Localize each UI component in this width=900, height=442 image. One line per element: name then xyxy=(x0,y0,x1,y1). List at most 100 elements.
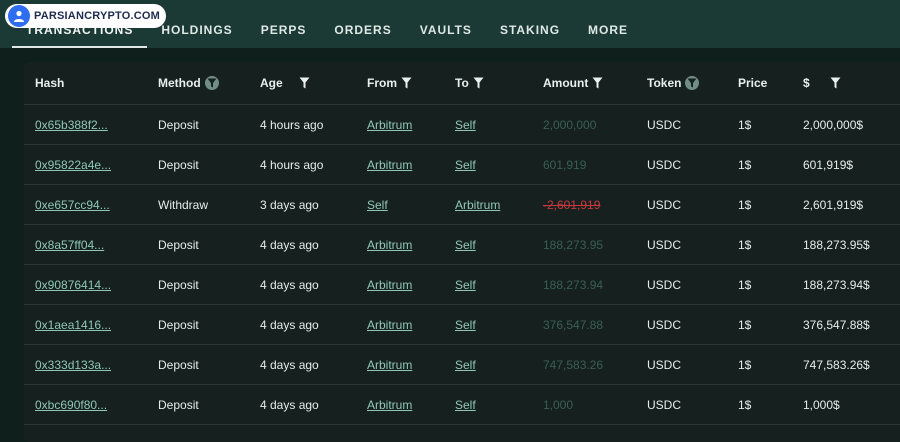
transactions-table: Hash Method Age From To Amount Token Pri… xyxy=(24,62,900,425)
table-row: 0xe657cc94... Withdraw 3 days ago Self Arbit… xyxy=(24,184,900,225)
funnel-filter-icon[interactable] xyxy=(401,77,412,89)
amount-text: 2,000,000 xyxy=(543,117,597,132)
price-cell: 1$ xyxy=(727,344,792,385)
age-cell: 4 days ago xyxy=(249,224,356,265)
age-cell: 4 days ago xyxy=(249,344,356,385)
tab-staking[interactable]: STAKING xyxy=(486,12,574,48)
header-label: From xyxy=(367,76,397,90)
usd-value-text: 1,000$ xyxy=(803,397,840,412)
to-cell: Self xyxy=(444,144,532,185)
hash-cell: 0x1aea1416... xyxy=(24,304,147,345)
watermark-text: PARSIANCRYPTO.COM xyxy=(34,10,161,22)
column-header-amount: Amount xyxy=(532,62,636,105)
funnel-filter-icon[interactable] xyxy=(204,76,219,90)
to-link[interactable]: Self xyxy=(455,238,476,252)
token-cell: USDC xyxy=(636,304,727,345)
tab-vaults[interactable]: VAULTS xyxy=(406,12,486,48)
amount-cell: 188,273.95 xyxy=(532,224,636,265)
to-cell: Self xyxy=(444,384,532,425)
table-row: 0x95822a4e... Deposit 4 hours ago Arbitrum S… xyxy=(24,144,900,185)
from-link[interactable]: Arbitrum xyxy=(367,118,412,132)
token-text: USDC xyxy=(647,237,682,252)
to-link[interactable]: Self xyxy=(455,358,476,372)
amount-text: 1,000 xyxy=(543,397,574,412)
column-header-price: Price xyxy=(727,62,792,105)
tab-perps[interactable]: PERPS xyxy=(247,12,321,48)
method-cell: Deposit xyxy=(147,384,249,425)
hash-cell: 0x333d133a... xyxy=(24,344,147,385)
header-label: Amount xyxy=(543,76,589,90)
usd-value-text: 2,000,000$ xyxy=(803,117,864,132)
token-text: USDC xyxy=(647,317,682,332)
top-navigation-bar: PARSIANCRYPTO.COM TRANSACTIONS HOLDINGS … xyxy=(0,0,900,48)
amount-text: 188,273.95 xyxy=(543,237,604,252)
watermark-logo: PARSIANCRYPTO.COM xyxy=(5,4,167,28)
funnel-filter-icon[interactable] xyxy=(830,77,841,89)
method-text: Deposit xyxy=(158,277,199,292)
funnel-filter-icon[interactable] xyxy=(592,77,603,89)
amount-text: 601,919 xyxy=(543,157,587,172)
age-text: 4 hours ago xyxy=(260,117,324,132)
transactions-table-body: 0x65b388f2... Deposit 4 hours ago Arbitrum S… xyxy=(24,104,900,425)
age-text: 4 days ago xyxy=(260,397,319,412)
from-cell: Arbitrum xyxy=(356,264,444,305)
to-link[interactable]: Self xyxy=(455,318,476,332)
price-cell: 1$ xyxy=(727,384,792,425)
transaction-hash-link[interactable]: 0x8a57ff04... xyxy=(35,238,104,252)
token-cell: USDC xyxy=(636,264,727,305)
header-label: Price xyxy=(738,76,768,90)
from-cell: Arbitrum xyxy=(356,224,444,265)
header-label: $ xyxy=(803,76,810,90)
to-link[interactable]: Self xyxy=(455,278,476,292)
method-cell: Deposit xyxy=(147,304,249,345)
funnel-filter-icon[interactable] xyxy=(299,77,310,89)
from-link[interactable]: Arbitrum xyxy=(367,158,412,172)
usd-value-text: 188,273.95$ xyxy=(803,237,870,252)
transaction-hash-link[interactable]: 0xbc690f80... xyxy=(35,398,107,412)
transaction-hash-link[interactable]: 0x90876414... xyxy=(35,278,111,292)
transactions-panel: Hash Method Age From To Amount Token Pri… xyxy=(24,62,900,442)
from-link[interactable]: Arbitrum xyxy=(367,238,412,252)
age-cell: 4 hours ago xyxy=(249,144,356,185)
hash-cell: 0x8a57ff04... xyxy=(24,224,147,265)
tab-orders[interactable]: ORDERS xyxy=(320,12,405,48)
header-label: Age xyxy=(260,76,283,90)
funnel-filter-icon[interactable] xyxy=(685,76,700,90)
age-cell: 4 days ago xyxy=(249,304,356,345)
transaction-hash-link[interactable]: 0x65b388f2... xyxy=(35,118,108,132)
from-link[interactable]: Self xyxy=(367,198,388,212)
user-badge-icon xyxy=(8,5,30,27)
usd-value-text: 188,273.94$ xyxy=(803,277,870,292)
price-cell: 1$ xyxy=(727,184,792,225)
price-text: 1$ xyxy=(738,357,752,372)
method-cell: Deposit xyxy=(147,144,249,185)
transaction-hash-link[interactable]: 0x1aea1416... xyxy=(35,318,111,332)
to-link[interactable]: Self xyxy=(455,398,476,412)
tab-more[interactable]: MORE xyxy=(574,12,642,48)
price-text: 1$ xyxy=(738,157,752,172)
transaction-hash-link[interactable]: 0x333d133a... xyxy=(35,358,111,372)
transaction-hash-link[interactable]: 0xe657cc94... xyxy=(35,198,110,212)
amount-cell: 2,000,000 xyxy=(532,104,636,145)
amount-cell: 376,547.88 xyxy=(532,304,636,345)
price-cell: 1$ xyxy=(727,104,792,145)
usd-value-text: 747,583.26$ xyxy=(803,357,870,372)
to-link[interactable]: Arbitrum xyxy=(455,198,500,212)
amount-cell: 601,919 xyxy=(532,144,636,185)
to-link[interactable]: Self xyxy=(455,158,476,172)
token-text: USDC xyxy=(647,117,682,132)
hash-cell: 0x65b388f2... xyxy=(24,104,147,145)
from-cell: Arbitrum xyxy=(356,384,444,425)
from-link[interactable]: Arbitrum xyxy=(367,318,412,332)
funnel-filter-icon[interactable] xyxy=(473,77,484,89)
price-cell: 1$ xyxy=(727,304,792,345)
transaction-hash-link[interactable]: 0x95822a4e... xyxy=(35,158,111,172)
from-link[interactable]: Arbitrum xyxy=(367,398,412,412)
method-cell: Deposit xyxy=(147,344,249,385)
age-text: 4 days ago xyxy=(260,317,319,332)
to-link[interactable]: Self xyxy=(455,118,476,132)
price-text: 1$ xyxy=(738,117,752,132)
table-header-row: Hash Method Age From To Amount Token Pri… xyxy=(24,62,900,105)
from-link[interactable]: Arbitrum xyxy=(367,358,412,372)
from-link[interactable]: Arbitrum xyxy=(367,278,412,292)
